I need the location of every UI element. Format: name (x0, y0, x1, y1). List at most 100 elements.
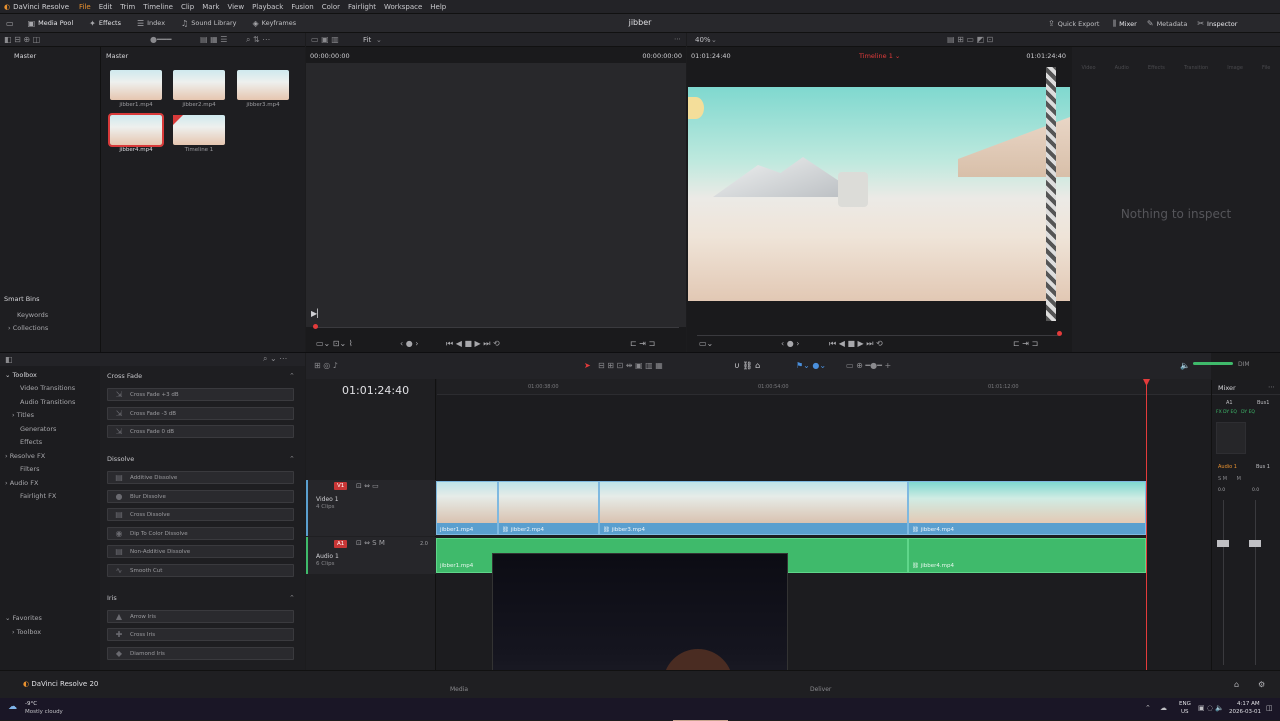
effect-item[interactable]: ⇲ Cross Fade 0 dB (107, 425, 294, 438)
snapping-icon[interactable]: ∪ ⛓ ⌂ (734, 361, 760, 370)
smart-bin-keywords[interactable]: Keywords (17, 311, 48, 319)
mixer-panner[interactable] (1216, 422, 1246, 454)
language[interactable]: ENG (1179, 701, 1191, 707)
bin-master[interactable]: Master (14, 50, 36, 62)
transport-controls[interactable]: ⏮ ◀ ■ ▶ ⏭ ⟲ (829, 339, 883, 349)
effect-item[interactable]: ▲ Arrow Iris (107, 610, 294, 623)
track-id-a1[interactable]: A1 (334, 540, 348, 548)
timeline-zoom[interactable]: 40% (695, 36, 711, 44)
thumb-size-slider[interactable]: ●━━━ (150, 35, 171, 44)
viewer-options-icons[interactable]: ▭⌄ (699, 339, 713, 348)
clip-thumbnail[interactable] (173, 70, 225, 100)
tree-generators[interactable]: Generators (20, 425, 56, 433)
favorites-header[interactable]: ⌄ Favorites (5, 614, 42, 622)
effect-item[interactable]: ● Blur Dissolve (107, 490, 294, 503)
tree-audio-fx[interactable]: › Audio FX (5, 479, 38, 487)
tab-image[interactable]: Image (1227, 65, 1243, 71)
index-button[interactable]: ☰ Index (129, 14, 173, 33)
timeline-view-icons[interactable]: ⊞ ◎ ♪ (314, 361, 338, 370)
inspector-button[interactable]: ✂ Inspector (1192, 14, 1242, 33)
smart-bin-collections[interactable]: › Collections (8, 324, 48, 332)
transport-controls[interactable]: ⏮ ◀ ■ ▶ ⏭ ⟲ (446, 339, 500, 349)
quick-export-button[interactable]: ⇪ Quick Export (1040, 14, 1107, 33)
tab-transition[interactable]: Transition (1184, 65, 1208, 71)
mixer-button[interactable]: ⫼ Mixer (1107, 14, 1141, 33)
tab-video[interactable]: Video (1082, 65, 1096, 71)
menu-help[interactable]: Help (426, 3, 450, 11)
effect-item[interactable]: ◆ Diamond Iris (107, 647, 294, 660)
fader-handle[interactable] (1217, 540, 1229, 547)
search-icon[interactable]: ⌕ ⌄ ⋯ (263, 354, 287, 364)
menu-trim[interactable]: Trim (116, 3, 139, 11)
track-header-a1[interactable]: A1 ⊡ ⇔ S M 2.0 Audio 1 6 Clips (306, 537, 436, 574)
jog-control[interactable]: ‹ ● › (781, 339, 799, 348)
source-scrubber[interactable] (314, 327, 679, 328)
menu-file[interactable]: File (75, 3, 95, 11)
toolbox-header[interactable]: ⌄ Toolbox (5, 371, 37, 379)
source-frame[interactable] (306, 63, 686, 327)
effect-item[interactable]: ⇲ Cross Fade +3 dB (107, 388, 294, 401)
mixer-fx-buttons[interactable]: FX DY EQ DY EQ (1216, 410, 1255, 415)
collapse-icon[interactable]: ⌃ (289, 372, 295, 380)
source-playhead[interactable] (313, 324, 318, 329)
source-zoom[interactable]: Fit (363, 36, 371, 44)
tree-video-transitions[interactable]: Video Transitions (20, 384, 75, 392)
collapse-icon[interactable]: ⌃ (289, 594, 295, 602)
menu-view[interactable]: View (223, 3, 248, 11)
view-mode-icons[interactable]: ▤ ▦ ☰ (200, 35, 227, 44)
video-clip[interactable]: jibber1.mp4 (436, 481, 498, 535)
more-options-icon[interactable]: ⋯ (674, 35, 681, 43)
video-clip[interactable]: ⛓ jibber2.mp4 (498, 481, 599, 535)
sidebar-toggle-icon[interactable]: ◧ ⊟ ⊕ ◫ (4, 35, 40, 44)
media-pool-button[interactable]: ▣ Media Pool (20, 14, 82, 33)
effect-item[interactable]: ◉ Dip To Color Dissolve (107, 527, 294, 540)
flag-marker-icons[interactable]: ⚑⌄ ●⌄ (796, 361, 826, 370)
menu-fairlight[interactable]: Fairlight (344, 3, 380, 11)
timeline-selector[interactable]: Timeline 1 ⌄ (859, 52, 900, 60)
weather-desc[interactable]: Mostly cloudy (25, 709, 63, 715)
timeline-thumbnail[interactable] (173, 115, 225, 145)
selection-tool-icon[interactable]: ➤ (584, 361, 591, 370)
track-id-v1[interactable]: V1 (334, 482, 348, 490)
viewer-options-icons[interactable]: ▭⌄ ⊡⌄ ⌇ (316, 339, 353, 348)
chevron-down-icon[interactable]: ⌄ (376, 36, 382, 44)
clock-date[interactable]: 2026-03-01 (1229, 709, 1261, 715)
tree-resolve-fx[interactable]: › Resolve FX (5, 452, 45, 460)
effect-item[interactable]: ∿ Smooth Cut (107, 564, 294, 577)
search-icon[interactable]: ⌕ ⇅ ⋯ (246, 35, 270, 45)
menu-fusion[interactable]: Fusion (287, 3, 317, 11)
menu-mark[interactable]: Mark (198, 3, 223, 11)
weather-temp[interactable]: -9°C (25, 701, 37, 707)
keyframes-button[interactable]: ◈ Keyframes (244, 14, 304, 33)
tray-chevron-icon[interactable]: ⌃ (1145, 704, 1151, 712)
sound-library-button[interactable]: ♫ Sound Library (173, 14, 244, 33)
mark-controls[interactable]: ⊏ ⇥ ⊐ (630, 339, 655, 348)
metadata-button[interactable]: ✎ Metadata (1142, 14, 1192, 33)
audio-clip[interactable]: ⛓ jibber4.mp4 (908, 538, 1146, 573)
favorites-toolbox[interactable]: › Toolbox (12, 628, 41, 636)
volume-slider[interactable] (1193, 362, 1233, 365)
program-frame[interactable] (688, 67, 1070, 321)
tree-fairlight-fx[interactable]: Fairlight FX (20, 492, 56, 500)
menu-workspace[interactable]: Workspace (380, 3, 426, 11)
mute-solo-buttons[interactable]: S M M (1218, 476, 1241, 482)
tree-filters[interactable]: Filters (20, 465, 39, 473)
region[interactable]: US (1181, 709, 1189, 715)
mark-controls[interactable]: ⊏ ⇥ ⊐ (1013, 339, 1038, 348)
effect-item[interactable]: ▤ Non-Additive Dissolve (107, 545, 294, 558)
clock-time[interactable]: 4:17 AM (1237, 701, 1260, 707)
clip-thumbnail-selected[interactable] (108, 113, 164, 147)
program-playhead[interactable] (1057, 331, 1062, 336)
chevron-down-icon[interactable]: ⌄ (711, 36, 717, 44)
collapse-icon[interactable]: ⌃ (289, 455, 295, 463)
zoom-icons[interactable]: ▭ ⊕ ━●━ + (846, 361, 891, 370)
tray-cloud-icon[interactable]: ☁ (1160, 704, 1167, 712)
layout-toggle-button[interactable]: ▭ (0, 14, 20, 33)
effect-item[interactable]: ✚ Cross Iris (107, 628, 294, 641)
page-deliver[interactable]: Deliver (810, 686, 831, 693)
tree-titles[interactable]: › Titles (12, 411, 34, 419)
volume-icon[interactable]: 🔈 (1180, 361, 1190, 370)
page-media[interactable]: Media (450, 686, 468, 693)
effect-item[interactable]: ⇲ Cross Fade -3 dB (107, 407, 294, 420)
menu-color[interactable]: Color (318, 3, 344, 11)
